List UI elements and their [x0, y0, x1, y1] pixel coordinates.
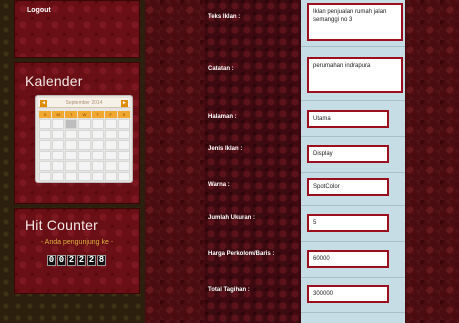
calendar-day[interactable] — [117, 129, 130, 139]
catatan-textarea[interactable]: perumahan indrapura — [307, 57, 403, 93]
hit-counter-subtitle: - Anda pengunjung ke - — [40, 239, 114, 246]
calendar-header: ◄ September 2014 ► — [38, 98, 130, 108]
calendar-day[interactable] — [52, 140, 65, 150]
calendar-day[interactable] — [52, 171, 65, 181]
calendar-day[interactable] — [39, 129, 52, 139]
calendar-day[interactable] — [91, 140, 104, 150]
teks-iklan-label: Teks Iklan : — [208, 14, 241, 20]
counter-digit: 0 — [57, 255, 66, 266]
calendar-dow: F — [104, 111, 117, 118]
calendar-day[interactable] — [104, 119, 117, 129]
calendar-day[interactable] — [39, 171, 52, 181]
jenis-iklan-input[interactable]: Display — [307, 145, 389, 163]
calendar-day[interactable] — [39, 119, 52, 129]
calendar-day[interactable] — [117, 161, 130, 171]
logout-box: Logout — [14, 0, 140, 58]
calendar-day[interactable] — [117, 119, 130, 129]
calendar-day[interactable] — [91, 129, 104, 139]
kalender-title: Kalender — [25, 73, 83, 89]
calendar-day[interactable] — [52, 129, 65, 139]
calendar-day[interactable] — [78, 171, 91, 181]
row-divider — [301, 277, 405, 278]
calendar-prev-button[interactable]: ◄ — [40, 100, 47, 107]
calendar-day[interactable] — [39, 140, 52, 150]
calendar-day[interactable] — [65, 129, 78, 139]
calendar-dow: M — [52, 111, 65, 118]
calendar-day[interactable] — [39, 150, 52, 160]
ad-form: Teks Iklan : Iklan penjualan rumah jalan… — [205, 0, 405, 323]
counter-digit: 2 — [67, 255, 76, 266]
hit-counter-title: Hit Counter — [25, 217, 99, 233]
logout-link[interactable]: Logout — [27, 7, 51, 14]
left-column: Logout Kalender ◄ September 2014 ► S M T… — [0, 0, 145, 323]
calendar-day[interactable] — [65, 171, 78, 181]
calendar-day[interactable] — [104, 171, 117, 181]
teks-iklan-textarea[interactable]: Iklan penjualan rumah jalan semanggi no … — [307, 3, 403, 41]
calendar-day-today[interactable] — [65, 119, 78, 129]
counter-digit: 8 — [97, 255, 106, 266]
calendar-next-button[interactable]: ► — [121, 100, 128, 107]
jumlah-ukuran-input[interactable]: 5 — [307, 214, 389, 232]
row-divider — [301, 312, 405, 313]
calendar-day[interactable] — [52, 161, 65, 171]
calendar-day[interactable] — [78, 150, 91, 160]
warna-label: Warna : — [208, 182, 230, 188]
calendar-day[interactable] — [91, 150, 104, 160]
row-divider — [301, 241, 405, 242]
calendar-dow: T — [65, 111, 78, 118]
total-tagihan-input[interactable]: 300000 — [307, 285, 389, 303]
calendar-day[interactable] — [65, 161, 78, 171]
calendar-dow: S — [39, 111, 52, 118]
harga-input[interactable]: 60000 — [307, 250, 389, 268]
warna-input[interactable]: SpotColor — [307, 178, 389, 196]
row-divider — [301, 136, 405, 137]
counter-digit: 0 — [47, 255, 56, 266]
calendar-grid: S M T W T F S — [39, 111, 130, 181]
calendar-day[interactable] — [52, 150, 65, 160]
calendar-day[interactable] — [52, 119, 65, 129]
harga-label: Harga Perkolom/Baris : — [208, 251, 275, 257]
calendar-day[interactable] — [78, 129, 91, 139]
row-divider — [301, 205, 405, 206]
calendar-day[interactable] — [65, 150, 78, 160]
hit-counter-digits: 0 0 2 2 2 8 — [47, 255, 106, 266]
calendar-day[interactable] — [117, 150, 130, 160]
calendar-day[interactable] — [104, 140, 117, 150]
calendar-day[interactable] — [91, 119, 104, 129]
calendar-dow: W — [78, 111, 91, 118]
calendar-day[interactable] — [78, 140, 91, 150]
row-divider — [301, 100, 405, 101]
catatan-label: Catatan : — [208, 66, 234, 72]
counter-digit: 2 — [77, 255, 86, 266]
halaman-label: Halaman : — [208, 114, 237, 120]
calendar-day[interactable] — [78, 119, 91, 129]
jumlah-ukuran-label: Jumlah Ukuran : — [208, 215, 256, 221]
hit-counter-box: Hit Counter - Anda pengunjung ke - 0 0 2… — [14, 208, 140, 294]
calendar-month-label: September 2014 — [65, 100, 103, 106]
calendar-day[interactable] — [91, 161, 104, 171]
total-tagihan-label: Total Tagihan : — [208, 287, 250, 293]
kalender-box: Kalender ◄ September 2014 ► S M T W T F … — [14, 62, 140, 204]
calendar-widget: ◄ September 2014 ► S M T W T F S — [35, 95, 133, 183]
jenis-iklan-label: Jenis Iklan : — [208, 146, 243, 152]
calendar-day[interactable] — [117, 171, 130, 181]
calendar-day[interactable] — [78, 161, 91, 171]
form-label-column — [205, 0, 301, 323]
calendar-dow: T — [91, 111, 104, 118]
halaman-input[interactable]: Utama — [307, 110, 389, 128]
counter-digit: 2 — [87, 255, 96, 266]
calendar-dow: S — [117, 111, 130, 118]
calendar-day[interactable] — [91, 171, 104, 181]
row-divider — [301, 46, 405, 47]
calendar-day[interactable] — [104, 150, 117, 160]
calendar-day[interactable] — [117, 140, 130, 150]
calendar-day[interactable] — [39, 161, 52, 171]
calendar-day[interactable] — [104, 129, 117, 139]
row-divider — [301, 172, 405, 173]
calendar-day[interactable] — [104, 161, 117, 171]
calendar-day[interactable] — [65, 140, 78, 150]
